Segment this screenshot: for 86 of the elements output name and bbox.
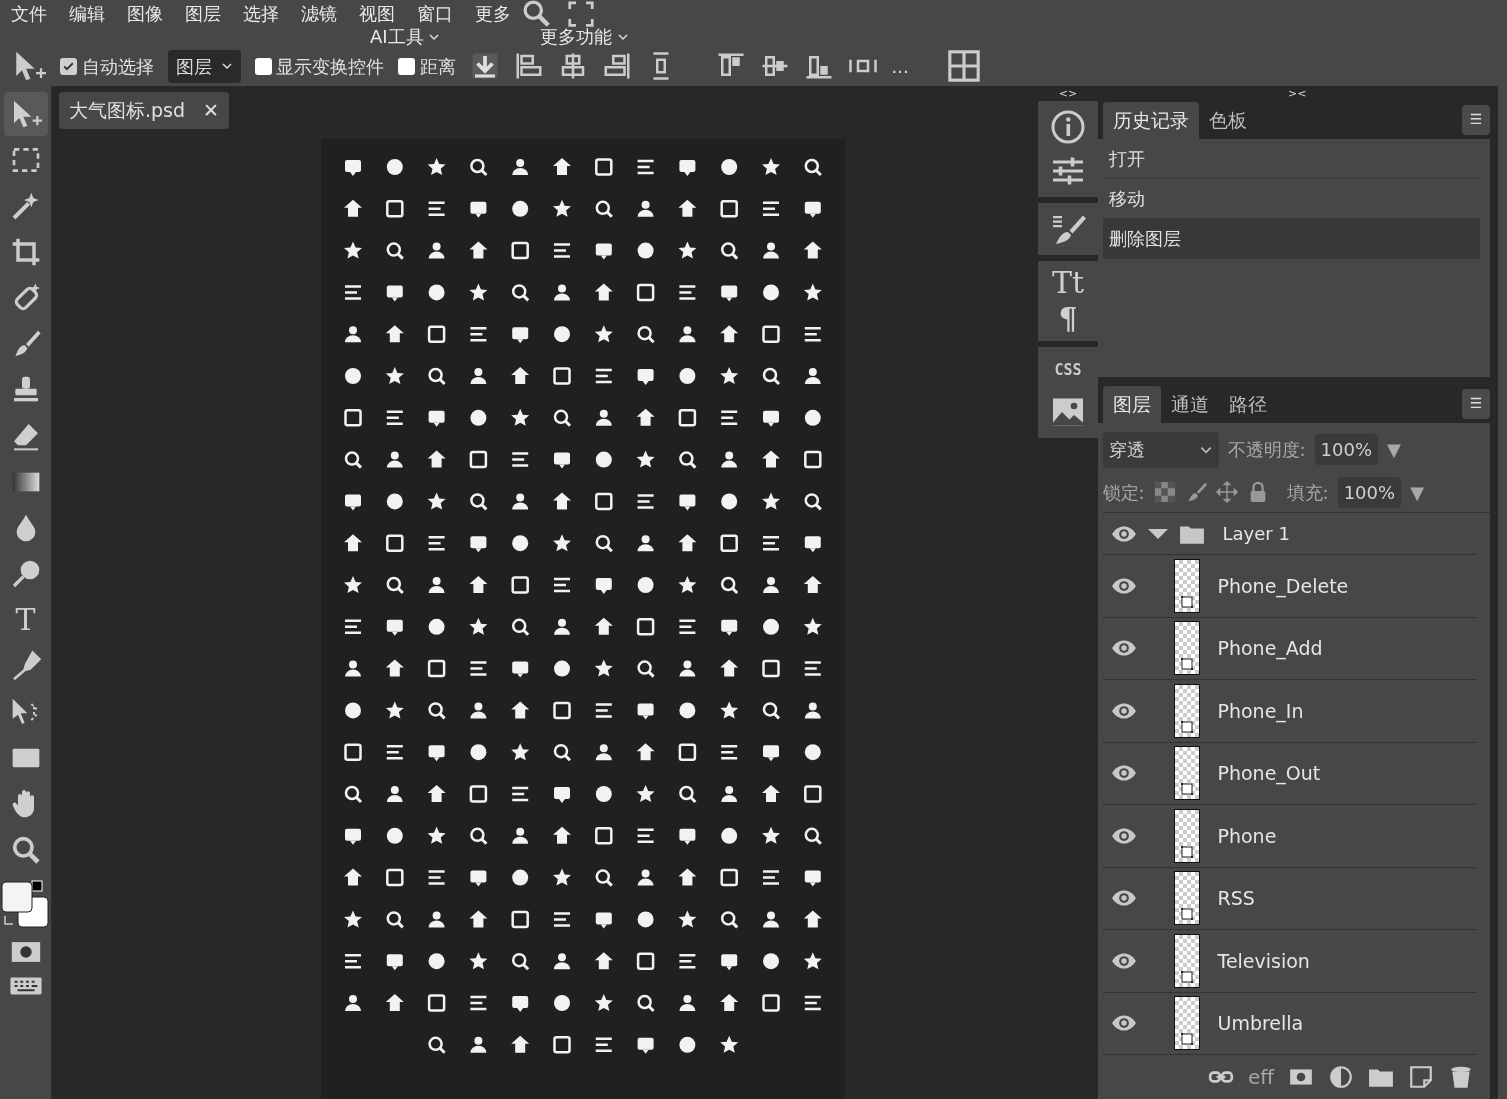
tool-button[interactable]: T: [3, 597, 48, 642]
menu-item[interactable]: 滤镜: [290, 0, 348, 28]
history-item[interactable]: 打开: [1102, 138, 1480, 179]
color-swatches-icon[interactable]: [0, 878, 51, 929]
document-title: 大气图标.psd: [69, 98, 186, 123]
bounding-box-icon: [1179, 907, 1194, 922]
layer-row[interactable]: Phone_Delete: [1102, 555, 1476, 618]
panel-menu-button[interactable]: ☰: [1462, 388, 1490, 419]
fill-label: 填充:: [1286, 480, 1329, 505]
css-panel-button[interactable]: CSS: [1054, 351, 1082, 390]
fill-field[interactable]: 100%: [1337, 476, 1402, 508]
blend-mode-dropdown[interactable]: 穿透: [1102, 431, 1219, 468]
more-options-text[interactable]: ...: [891, 52, 909, 80]
effects-button[interactable]: eff: [1247, 1062, 1274, 1092]
close-tab-button[interactable]: ✕: [203, 96, 219, 125]
collapse-panels-button[interactable]: ><: [1098, 86, 1328, 101]
menu-item[interactable]: 图层: [174, 0, 232, 28]
history-item[interactable]: 删除图层: [1102, 218, 1480, 259]
layer-row[interactable]: Phone_Add: [1102, 617, 1476, 680]
layer-name: Umbrella: [1217, 1011, 1304, 1036]
paragraph-panel-button[interactable]: ¶: [1058, 301, 1078, 337]
bounding-box-icon: [1179, 969, 1194, 984]
layer-name: Layer 1: [1222, 522, 1290, 546]
checkbox-label: 自动选择: [81, 54, 154, 79]
menu-item[interactable]: 更多: [464, 0, 522, 28]
trash-icon: [1448, 1064, 1474, 1090]
menu-item[interactable]: 文件: [0, 0, 58, 28]
layer-row[interactable]: Phone: [1102, 805, 1476, 868]
layer-name: RSS: [1217, 886, 1255, 911]
menu-item[interactable]: 视图: [348, 0, 406, 28]
layer-name: Phone: [1217, 823, 1277, 849]
opacity-dropdown-arrow[interactable]: ▼: [1387, 436, 1401, 463]
document-tab[interactable]: 大气图标.psd ✕: [59, 92, 229, 129]
new-layer-icon: [1408, 1064, 1434, 1090]
layer-row[interactable]: Television: [1102, 930, 1476, 993]
bounding-box-icon: [1179, 657, 1194, 672]
checkbox[interactable]: [254, 57, 272, 75]
chevron-down-icon: [616, 31, 629, 43]
opacity-field[interactable]: 100%: [1314, 434, 1379, 465]
menu-item[interactable]: 图像: [116, 0, 174, 28]
expand-panels-button[interactable]: <>: [1038, 86, 1098, 101]
layer-row[interactable]: Layer 1: [1102, 513, 1476, 555]
tool-button[interactable]: [3, 91, 48, 136]
bounding-box-icon: [1179, 1032, 1194, 1047]
lock-transparency-icon: [1153, 481, 1176, 503]
fill-dropdown-arrow[interactable]: ▼: [1410, 478, 1424, 506]
lock-label: 锁定:: [1102, 480, 1145, 505]
layer-row[interactable]: Phone_In: [1102, 680, 1476, 743]
opacity-label: 不透明度:: [1227, 438, 1306, 462]
panel-tab[interactable]: 历史记录: [1102, 102, 1199, 139]
bounding-box-icon: [1179, 719, 1194, 734]
adjustment-icon: [1328, 1064, 1354, 1090]
menu-item[interactable]: 选择: [232, 0, 290, 28]
panel-tab[interactable]: 图层: [1102, 386, 1161, 423]
grid-layout-icon: [946, 49, 981, 83]
panel-tab[interactable]: 色板: [1198, 102, 1257, 139]
panel-menu-button[interactable]: ☰: [1462, 104, 1490, 135]
menu-item[interactable]: 窗口: [406, 0, 464, 28]
chevron-down-icon: [220, 60, 233, 72]
layer-name: Phone_Delete: [1217, 573, 1349, 600]
checkbox-label: 显示变换控件: [276, 54, 384, 79]
fullscreen-icon: [566, 0, 596, 29]
lock-move-icon: [1215, 481, 1238, 503]
chevron-down-icon: [428, 31, 441, 43]
character-panel-button[interactable]: Tt: [1051, 265, 1085, 301]
checkbox[interactable]: [60, 57, 77, 75]
menu-dropdown[interactable]: 更多功能: [540, 28, 629, 46]
layer-row[interactable]: Phone_Out: [1102, 742, 1476, 805]
checkbox-label: 距离: [419, 54, 456, 79]
bounding-box-icon: [1179, 844, 1194, 859]
checkbox[interactable]: [398, 57, 415, 75]
layer-row[interactable]: RSS: [1102, 867, 1476, 930]
search-icon: [522, 0, 552, 29]
layer-select-dropdown[interactable]: 图层: [167, 49, 241, 83]
layer-name: Phone_In: [1217, 698, 1304, 725]
menu-item[interactable]: 编辑: [58, 0, 116, 28]
history-item[interactable]: 移动: [1102, 178, 1480, 219]
layer-name: Phone_Out: [1217, 761, 1321, 787]
bounding-box-icon: [1179, 594, 1194, 609]
layer-name: Television: [1217, 948, 1310, 974]
bounding-box-icon: [1179, 782, 1194, 797]
layer-row[interactable]: Umbrella: [1102, 992, 1476, 1055]
panel-tab[interactable]: 路径: [1218, 386, 1277, 423]
panel-tab[interactable]: 通道: [1160, 386, 1219, 423]
menu-dropdown[interactable]: AI工具: [370, 28, 441, 46]
layer-name: Phone_Add: [1217, 636, 1323, 662]
